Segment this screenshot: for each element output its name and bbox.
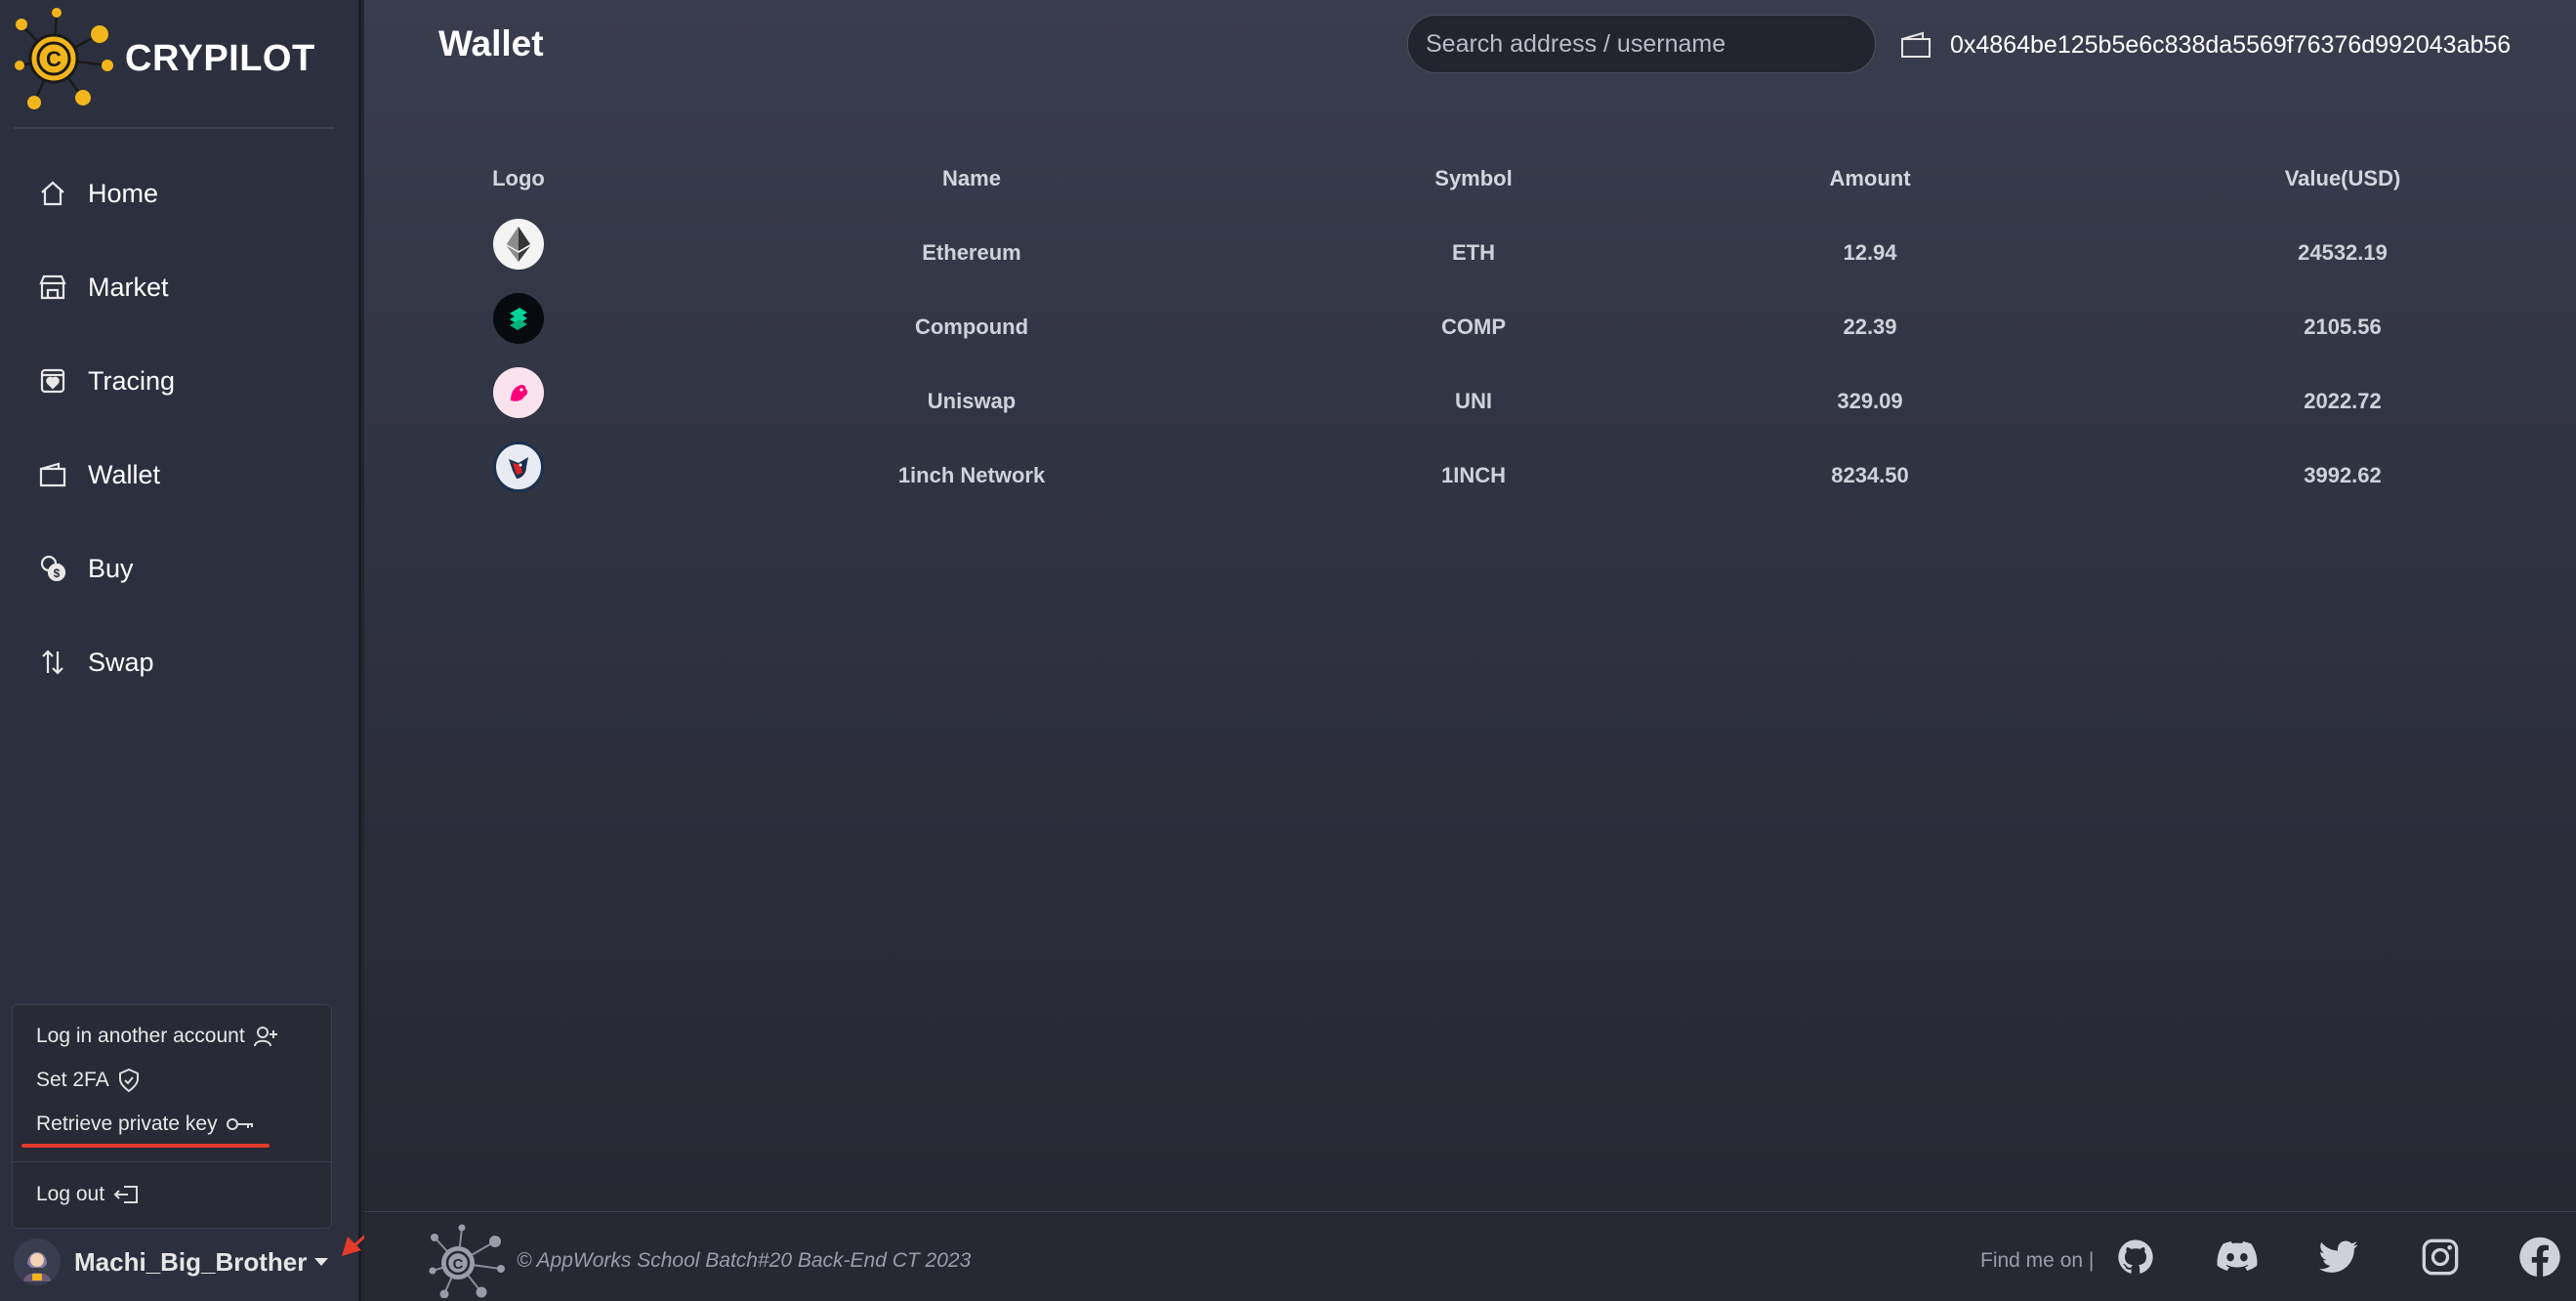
nav-label: Swap [88, 647, 154, 677]
nav-item-swap[interactable]: Swap [0, 615, 361, 709]
shield-check-icon [118, 1068, 139, 1093]
logout-item[interactable]: Log out [36, 1183, 140, 1206]
key-icon [226, 1118, 253, 1130]
menu-item-label: Retrieve private key [36, 1112, 218, 1135]
wallet-address-text: 0x4864be125b5e6c838da5569f76376d992043ab… [1950, 30, 2512, 59]
svg-text:C: C [46, 47, 62, 71]
avatar [14, 1238, 61, 1285]
main-nav: Home Market Tracing Wallet $ Buy Swap [0, 147, 361, 709]
page-title: Wallet [438, 23, 544, 63]
token-amount: 8234.50 [1831, 463, 1909, 487]
token-name: Ethereum [922, 240, 1021, 265]
token-value: 2022.72 [2304, 389, 2382, 413]
facebook-icon[interactable] [2518, 1236, 2561, 1279]
uniswap-logo [493, 367, 544, 418]
wallet-icon [35, 457, 70, 492]
sidebar: C CRYPILOT Home Market Tracing Wallet $ … [0, 0, 361, 1301]
ethereum-logo [493, 219, 544, 270]
twitter-icon[interactable] [2317, 1236, 2360, 1279]
token-name: Compound [914, 315, 1029, 339]
nav-label: Buy [88, 553, 134, 583]
copyright-text: © AppWorks School Batch#20 Back-End CT 2… [517, 1249, 972, 1272]
brand[interactable]: C CRYPILOT [10, 0, 342, 117]
token-symbol: ETH [1452, 240, 1495, 265]
divider [14, 127, 334, 129]
store-icon [35, 270, 70, 305]
column-header-value: Value(USD) [2284, 166, 2401, 190]
wallet-address[interactable]: 0x4864be125b5e6c838da5569f76376d992043ab… [1899, 21, 2511, 68]
discord-icon[interactable] [2216, 1236, 2259, 1279]
user-menu-toggle[interactable]: Machi_Big_Brother [14, 1233, 329, 1291]
token-value: 24532.19 [2298, 240, 2388, 265]
table-row[interactable]: 1inch Network 1INCH 8234.50 3992.62 [364, 441, 2576, 516]
svg-text:$: $ [54, 567, 61, 580]
annotation-underline [21, 1144, 270, 1148]
add-user-icon [253, 1027, 277, 1047]
menu-divider [13, 1161, 331, 1162]
column-header-logo: Logo [492, 166, 545, 190]
account-menu: Log in another account Set 2FA Retrieve … [12, 1004, 332, 1229]
coins-icon: $ [35, 551, 70, 586]
brand-name: CRYPILOT [125, 37, 315, 79]
username: Machi_Big_Brother [74, 1246, 308, 1277]
token-name: Uniswap [927, 389, 1017, 413]
token-symbol: UNI [1455, 389, 1492, 413]
instagram-icon[interactable] [2419, 1236, 2462, 1279]
table-row[interactable]: Ethereum ETH 12.94 24532.19 [364, 219, 2576, 293]
search-input[interactable] [1407, 15, 1876, 73]
crypilot-logo-icon: C [15, 8, 113, 109]
nav-item-tracing[interactable]: Tracing [0, 334, 361, 428]
menu-item-label: Log in another account [36, 1025, 245, 1047]
menu-item-label: Set 2FA [36, 1069, 109, 1091]
token-name: 1inch Network [897, 463, 1046, 487]
swap-icon [35, 645, 70, 680]
login-another-account-item[interactable]: Log in another account [36, 1025, 278, 1048]
footer: C © AppWorks School Batch#20 Back-End CT… [364, 1211, 2576, 1301]
nav-label: Tracing [88, 365, 176, 396]
logout-icon [113, 1186, 139, 1203]
table-row[interactable]: Uniswap UNI 329.09 2022.72 [364, 367, 2576, 441]
column-header-name: Name [942, 166, 1001, 190]
token-amount: 329.09 [1837, 389, 1903, 413]
table-row[interactable]: Compound COMP 22.39 2105.56 [364, 293, 2576, 367]
nav-item-home[interactable]: Home [0, 147, 361, 240]
github-icon[interactable] [2114, 1236, 2157, 1279]
token-amount: 12.94 [1843, 240, 1897, 265]
nav-label: Wallet [88, 459, 161, 489]
heart-box-icon [35, 363, 70, 399]
nav-item-market[interactable]: Market [0, 240, 361, 334]
token-amount: 22.39 [1843, 315, 1897, 339]
token-value: 3992.62 [2304, 463, 2382, 487]
1inch-logo [493, 441, 544, 492]
nav-label: Home [88, 178, 159, 208]
menu-item-label: Log out [36, 1183, 105, 1205]
find-me-text: Find me on | [1980, 1249, 2095, 1272]
svg-text:C: C [453, 1256, 464, 1273]
token-symbol: 1INCH [1440, 463, 1507, 487]
column-header-symbol: Symbol [1434, 166, 1513, 190]
crypilot-footer-logo-icon: C [429, 1224, 505, 1298]
nav-item-buy[interactable]: $ Buy [0, 522, 361, 615]
column-header-amount: Amount [1829, 166, 1911, 190]
wallet-icon [1901, 31, 1931, 58]
set-2fa-item[interactable]: Set 2FA [36, 1068, 141, 1093]
home-icon [35, 176, 70, 211]
nav-label: Market [88, 272, 169, 302]
token-symbol: COMP [1441, 315, 1506, 339]
token-value: 2105.56 [2304, 315, 2382, 339]
retrieve-private-key-item[interactable]: Retrieve private key [36, 1112, 255, 1136]
nav-item-wallet[interactable]: Wallet [0, 428, 361, 522]
compound-logo [493, 293, 544, 344]
caret-down-icon [314, 1258, 329, 1266]
main-content: Wallet 0x4864be125b5e6c838da5569f76376d9… [364, 0, 2576, 1211]
